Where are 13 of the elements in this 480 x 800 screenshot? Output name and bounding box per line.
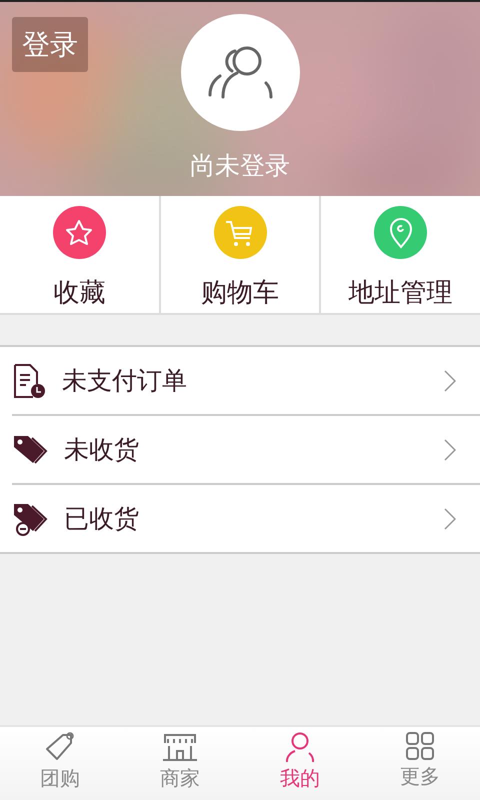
login-status: 尚未登录 — [190, 150, 290, 182]
star-icon — [64, 218, 94, 248]
tab[interactable]: 我的 — [240, 727, 360, 800]
chevron-right-icon — [444, 508, 456, 530]
person-icon — [284, 731, 316, 763]
document-clock-icon — [12, 362, 46, 398]
grid-icon — [405, 731, 435, 761]
chevron-right-icon — [444, 438, 456, 460]
tag-minus-icon — [12, 502, 48, 536]
shop-icon — [162, 731, 198, 763]
chevron-right-icon — [444, 370, 456, 392]
tag-icon — [12, 434, 48, 466]
login-button[interactable]: 登录 — [12, 17, 88, 72]
